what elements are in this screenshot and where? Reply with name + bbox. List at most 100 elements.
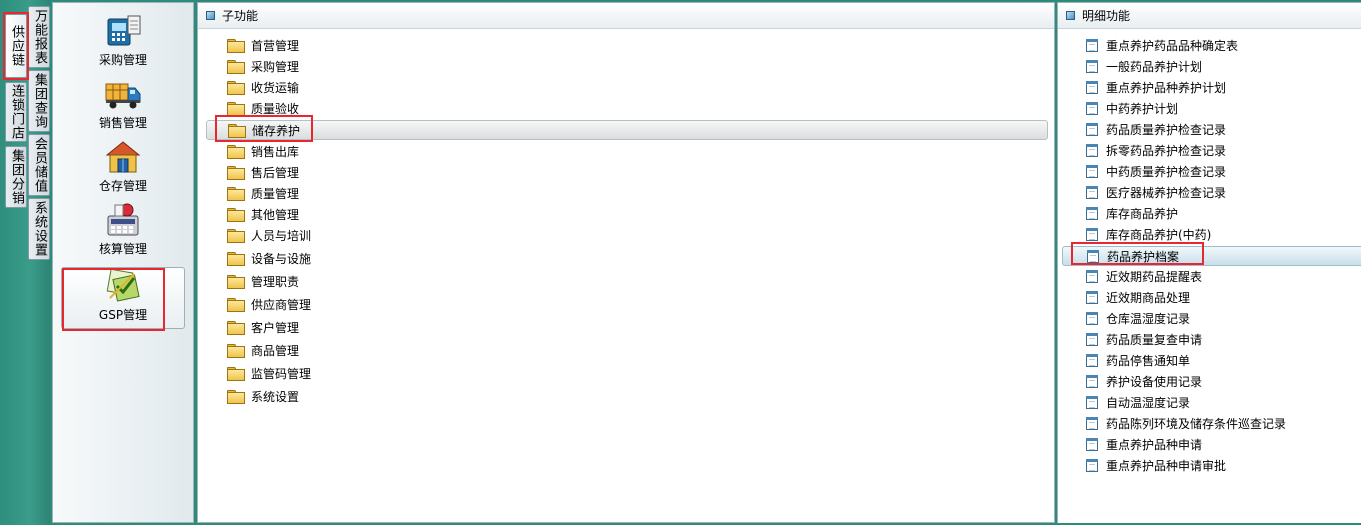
folder-label: 采购管理 <box>251 59 300 74</box>
folder-item[interactable]: 系统设置 <box>206 386 1048 406</box>
detail-label: 近效期商品处理 <box>1106 290 1191 305</box>
detail-item[interactable]: 药品停售通知单 <box>1062 350 1361 370</box>
tab-chain-stores[interactable]: 连锁门店 <box>5 82 27 142</box>
folder-label: 质量验收 <box>251 101 300 116</box>
document-icon <box>1086 311 1098 325</box>
folder-item[interactable]: 首营管理 <box>206 35 1048 55</box>
detail-item[interactable]: 重点养护品种申请审批 <box>1062 455 1361 475</box>
detail-item[interactable]: 养护设备使用记录 <box>1062 371 1361 391</box>
detail-item[interactable]: 近效期商品处理 <box>1062 287 1361 307</box>
detail-item[interactable]: 近效期药品提醒表 <box>1062 266 1361 286</box>
folder-label: 售后管理 <box>251 165 300 180</box>
detail-item[interactable]: 重点养护药品品种确定表 <box>1062 35 1361 55</box>
folder-label: 客户管理 <box>251 320 300 335</box>
document-icon <box>1086 59 1098 73</box>
module-warehouse[interactable]: 仓存管理 <box>61 139 185 199</box>
detail-item[interactable]: 医疗器械养护检查记录 <box>1062 182 1361 202</box>
sales-truck-icon <box>104 76 142 112</box>
folder-icon <box>227 187 245 201</box>
folder-item[interactable]: 销售出库 <box>206 141 1048 161</box>
module-purchase[interactable]: 采购管理 <box>61 13 185 73</box>
detail-item[interactable]: 重点养护品种申请 <box>1062 434 1361 454</box>
tab-group-query[interactable]: 集团查询 <box>28 70 50 132</box>
square-bullet-icon <box>1066 11 1075 20</box>
detail-item[interactable]: 重点养护品种养护计划 <box>1062 77 1361 97</box>
document-icon <box>1086 101 1098 115</box>
document-icon <box>1086 353 1098 367</box>
module-accounting[interactable]: 核算管理 <box>61 202 185 262</box>
detail-item[interactable]: 仓库温湿度记录 <box>1062 308 1361 328</box>
detail-item[interactable]: 药品陈列环境及储存条件巡查记录 <box>1062 413 1361 433</box>
detail-item-selected[interactable]: 药品养护档案 <box>1062 246 1361 266</box>
document-icon <box>1086 80 1098 94</box>
detail-item[interactable]: 库存商品养护 <box>1062 203 1361 223</box>
detail-item[interactable]: 库存商品养护(中药) <box>1062 224 1361 244</box>
warehouse-icon <box>104 139 142 175</box>
side-nav-strip: 供应链 连锁门店 集团分销 万能报表 集团查询 会员储值 系统设置 <box>0 0 50 525</box>
folder-item[interactable]: 监管码管理 <box>206 363 1048 383</box>
folder-item-selected[interactable]: 储存养护 <box>206 120 1048 140</box>
detail-item[interactable]: 一般药品养护计划 <box>1062 56 1361 76</box>
detail-item[interactable]: 拆零药品养护检查记录 <box>1062 140 1361 160</box>
folder-item[interactable]: 客户管理 <box>206 317 1048 337</box>
detail-item[interactable]: 药品质量养护检查记录 <box>1062 119 1361 139</box>
purchase-icon <box>104 13 142 49</box>
tab-label: 连锁门店 <box>9 84 24 140</box>
detail-function-panel: 明细功能 重点养护药品品种确定表 一般药品养护计划 重点养护品种养护计划 中药养… <box>1057 2 1361 523</box>
detail-item[interactable]: 药品质量复查申请 <box>1062 329 1361 349</box>
folder-icon <box>227 321 245 335</box>
folder-item[interactable]: 供应商管理 <box>206 294 1048 314</box>
folder-icon <box>227 229 245 243</box>
folder-label: 人员与培训 <box>251 228 312 243</box>
detail-label: 医疗器械养护检查记录 <box>1106 185 1227 200</box>
module-gsp[interactable]: GSP管理 <box>61 267 185 329</box>
folder-icon <box>227 298 245 312</box>
detail-item[interactable]: 中药质量养护检查记录 <box>1062 161 1361 181</box>
detail-label: 重点养护品种申请 <box>1106 437 1203 452</box>
folder-label: 收货运输 <box>251 80 300 95</box>
folder-item[interactable]: 管理职责 <box>206 271 1048 291</box>
folder-item[interactable]: 人员与培训 <box>206 225 1048 245</box>
module-label: 采购管理 <box>98 53 147 67</box>
folder-label: 系统设置 <box>251 389 300 404</box>
document-icon <box>1086 437 1098 451</box>
document-icon <box>1086 332 1098 346</box>
tab-label: 万能报表 <box>32 9 47 65</box>
folder-item[interactable]: 质量管理 <box>206 183 1048 203</box>
folder-label: 管理职责 <box>251 274 300 289</box>
folder-item[interactable]: 售后管理 <box>206 162 1048 182</box>
detail-label: 重点养护品种申请审批 <box>1106 458 1227 473</box>
tab-member-stored-value[interactable]: 会员储值 <box>28 134 50 196</box>
folder-label: 储存养护 <box>252 123 301 138</box>
folder-icon <box>227 166 245 180</box>
square-bullet-icon <box>206 11 215 20</box>
tab-supply-chain[interactable]: 供应链 <box>5 14 27 78</box>
detail-label: 近效期药品提醒表 <box>1106 269 1203 284</box>
tab-label: 系统设置 <box>32 201 47 257</box>
folder-label: 质量管理 <box>251 186 300 201</box>
tab-group-distribution[interactable]: 集团分销 <box>5 146 27 208</box>
folder-item[interactable]: 商品管理 <box>206 340 1048 360</box>
detail-item[interactable]: 中药养护计划 <box>1062 98 1361 118</box>
module-label: 销售管理 <box>98 116 147 130</box>
tab-universal-reports[interactable]: 万能报表 <box>28 6 50 68</box>
detail-label: 重点养护品种养护计划 <box>1106 80 1227 95</box>
folder-label: 设备与设施 <box>251 251 312 266</box>
folder-item[interactable]: 设备与设施 <box>206 248 1048 268</box>
folder-item[interactable]: 收货运输 <box>206 77 1048 97</box>
folder-label: 商品管理 <box>251 343 300 358</box>
folder-icon <box>227 367 245 381</box>
detail-item[interactable]: 自动温湿度记录 <box>1062 392 1361 412</box>
tab-system-settings[interactable]: 系统设置 <box>28 198 50 260</box>
detail-panel-header: 明细功能 <box>1058 3 1361 29</box>
detail-label: 仓库温湿度记录 <box>1106 311 1191 326</box>
folder-item[interactable]: 质量验收 <box>206 98 1048 118</box>
document-icon <box>1086 374 1098 388</box>
document-icon <box>1087 249 1099 263</box>
sub-panel-header: 子功能 <box>198 3 1054 29</box>
document-icon <box>1086 227 1098 241</box>
document-icon <box>1086 164 1098 178</box>
folder-item[interactable]: 其他管理 <box>206 204 1048 224</box>
folder-item[interactable]: 采购管理 <box>206 56 1048 76</box>
module-sales[interactable]: 销售管理 <box>61 76 185 136</box>
